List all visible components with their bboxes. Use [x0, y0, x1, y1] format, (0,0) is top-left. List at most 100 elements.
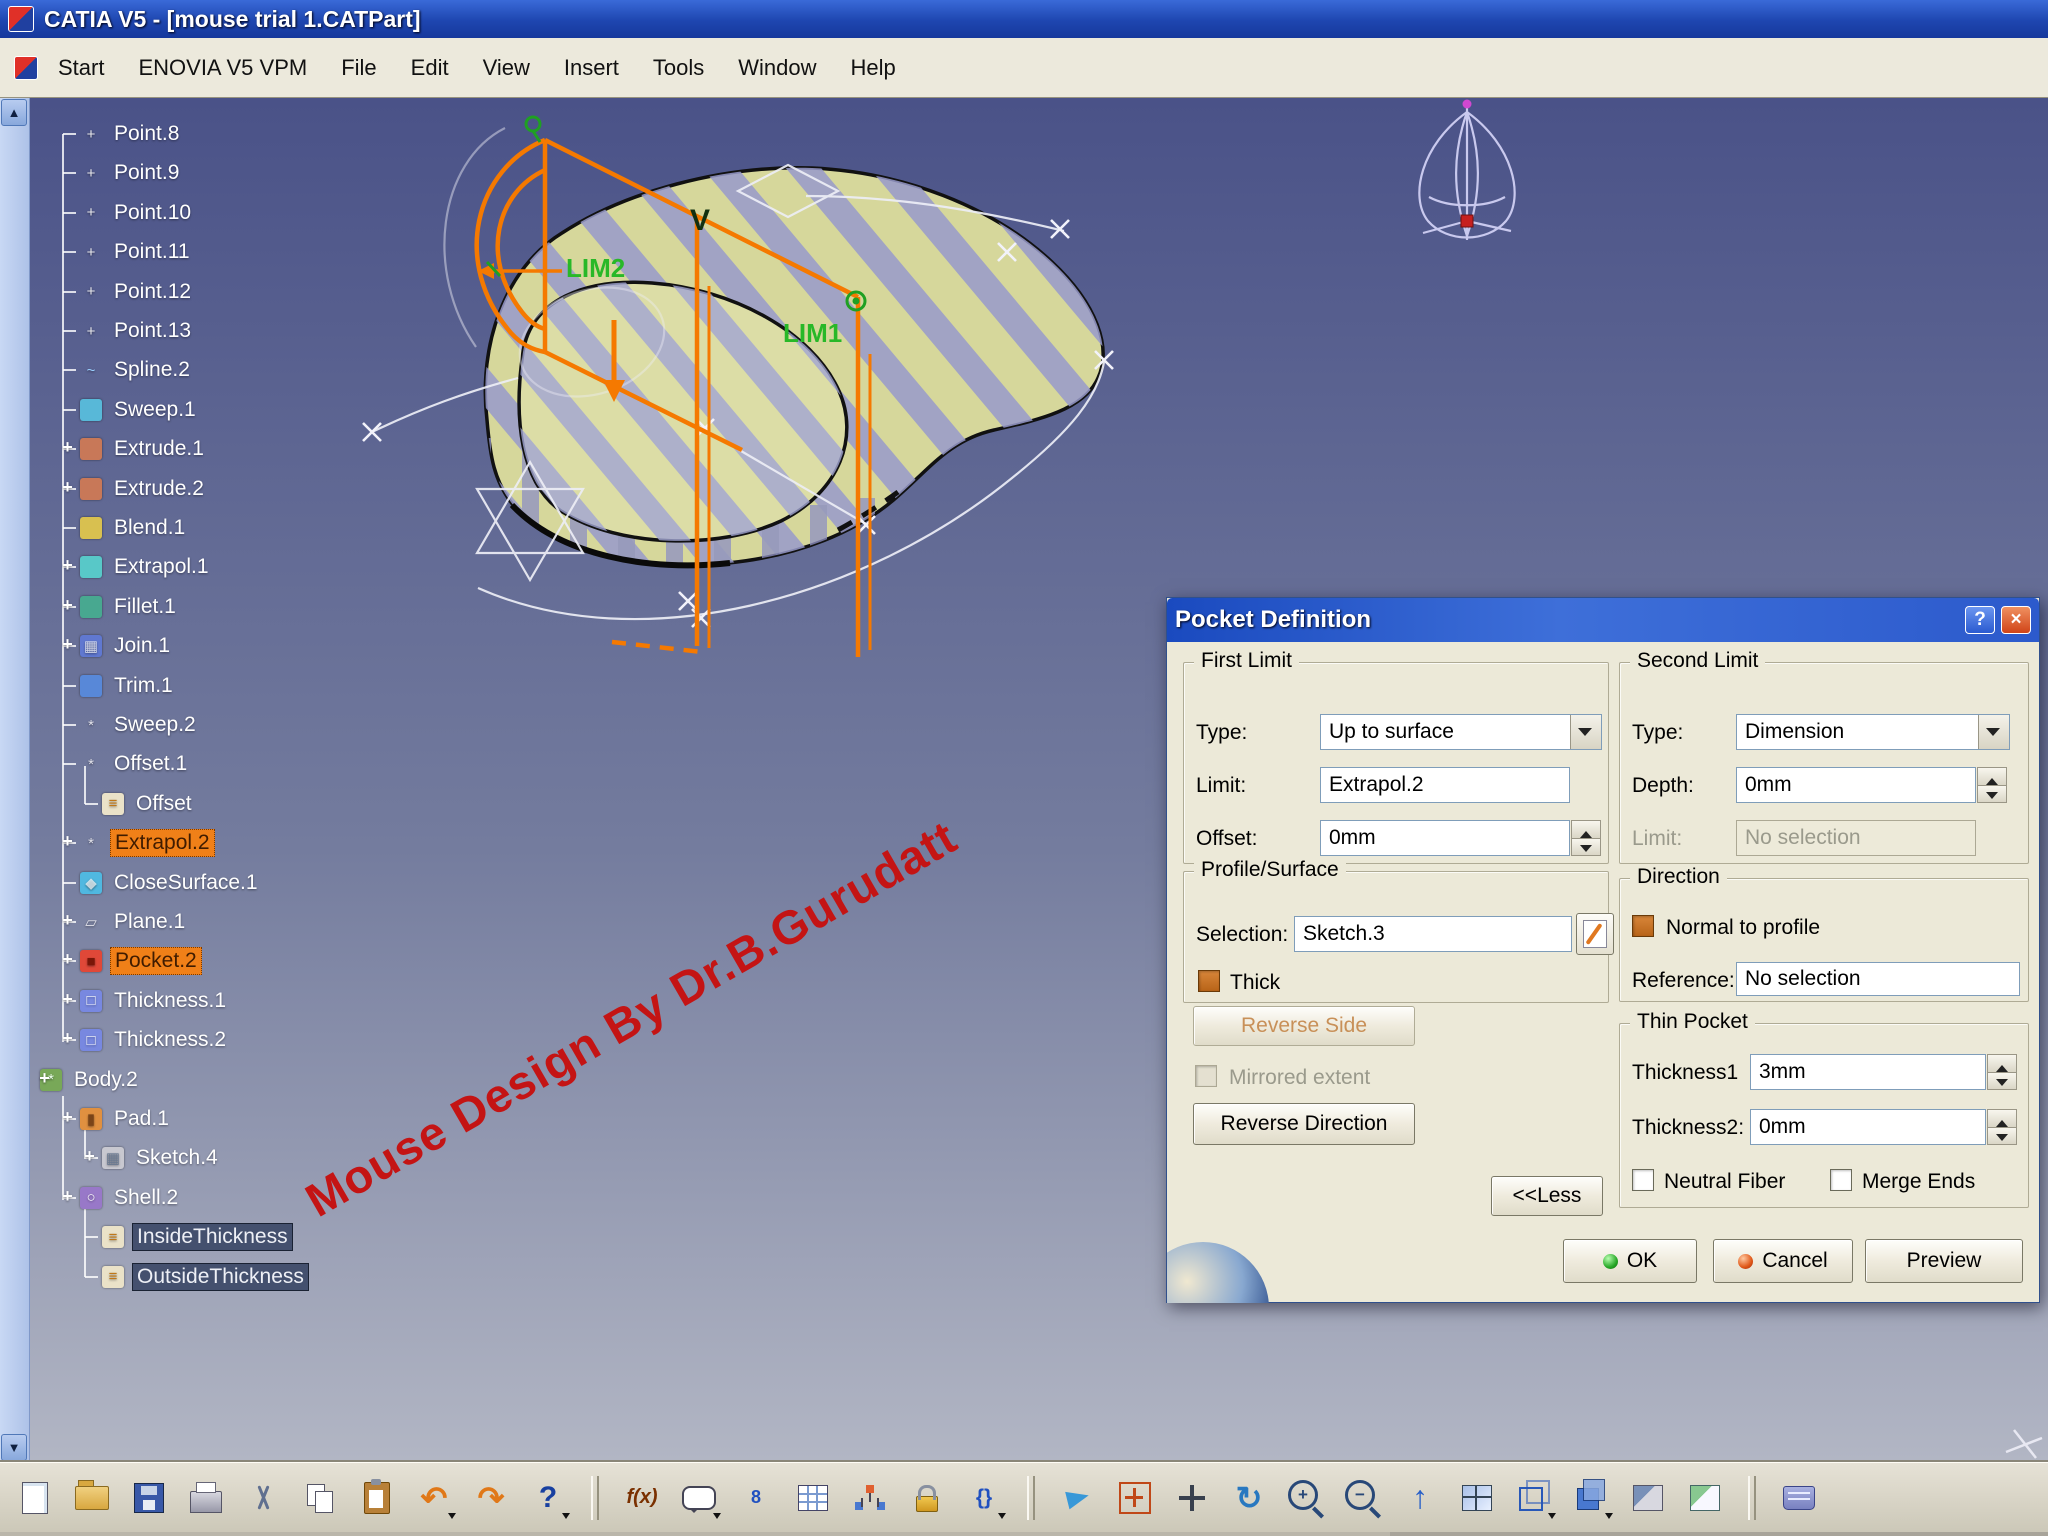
tree-item-sweep-1[interactable]: Sweep.1	[63, 394, 200, 426]
cut-icon[interactable]	[240, 1472, 286, 1524]
formula-icon[interactable]: f(x)	[619, 1472, 665, 1524]
expand-icon[interactable]: +	[60, 832, 75, 850]
tree-item-insidethickness[interactable]: ≡ InsideThickness	[85, 1221, 293, 1253]
menu-item-insert[interactable]: Insert	[564, 55, 619, 81]
dialog-close-button[interactable]: ×	[2001, 606, 2031, 634]
thickness2-spinner[interactable]	[1987, 1109, 2017, 1145]
tree-item-point-12[interactable]: + Point.12	[63, 276, 195, 308]
menu-item-start[interactable]: Start	[58, 55, 104, 81]
tree-item-offset-1[interactable]: * Offset.1	[63, 748, 191, 780]
tree-item-sketch-4[interactable]: + ▦ Sketch.4	[82, 1142, 222, 1174]
zoom-in-icon[interactable]: +	[1283, 1472, 1329, 1524]
structure-icon[interactable]	[847, 1472, 893, 1524]
annotation-icon[interactable]	[676, 1472, 722, 1524]
expand-icon[interactable]: +	[60, 1108, 75, 1126]
expand-icon[interactable]: +	[60, 438, 75, 456]
iso-view-icon[interactable]	[1511, 1472, 1557, 1524]
first-limit-offset-spinner[interactable]	[1571, 820, 1601, 856]
tree-item-extrapol-2[interactable]: + * Extrapol.2	[60, 827, 215, 859]
flyout-arrow-icon[interactable]	[1605, 1512, 1613, 1523]
tree-item-pocket-2[interactable]: + ■ Pocket.2	[60, 945, 202, 977]
spinner-down-icon[interactable]	[1978, 785, 2006, 802]
menu-item-edit[interactable]: Edit	[411, 55, 449, 81]
catalog-icon[interactable]: 8	[733, 1472, 779, 1524]
tree-item-point-8[interactable]: + Point.8	[63, 118, 183, 150]
design-table-icon[interactable]	[790, 1472, 836, 1524]
profile-selection-input[interactable]: Sketch.3	[1294, 916, 1572, 952]
first-limit-offset-input[interactable]: 0mm	[1320, 820, 1570, 856]
render-style-icon[interactable]	[1682, 1472, 1728, 1524]
catalog-browser-icon[interactable]	[1776, 1472, 1822, 1524]
hidden-line-view-icon[interactable]	[1625, 1472, 1671, 1524]
second-limit-depth-input[interactable]: 0mm	[1736, 767, 1976, 803]
sketcher-button[interactable]	[1576, 913, 1614, 955]
cancel-button[interactable]: Cancel	[1713, 1239, 1853, 1283]
zoom-out-icon[interactable]: −	[1340, 1472, 1386, 1524]
tree-item-outsidethickness[interactable]: ≡ OutsideThickness	[85, 1261, 309, 1293]
flyout-arrow-icon[interactable]	[562, 1512, 570, 1523]
new-document-icon[interactable]	[12, 1472, 58, 1524]
tree-item-point-11[interactable]: + Point.11	[63, 236, 194, 268]
spinner-down-icon[interactable]	[1572, 838, 1600, 855]
flyout-arrow-icon[interactable]	[448, 1512, 456, 1523]
print-icon[interactable]	[183, 1472, 229, 1524]
spinner-up-icon[interactable]	[1988, 1055, 2016, 1073]
expand-icon[interactable]: +	[60, 556, 75, 574]
compass-base-point[interactable]	[1460, 214, 1474, 228]
expand-icon[interactable]: +	[60, 950, 75, 968]
scroll-up-button[interactable]: ▲	[1, 99, 27, 126]
thickness2-input[interactable]: 0mm	[1750, 1109, 1986, 1145]
expand-icon[interactable]: +	[60, 911, 75, 929]
paste-icon[interactable]	[354, 1472, 400, 1524]
tree-item-offset[interactable]: ≡ Offset	[85, 788, 196, 820]
expand-icon[interactable]: +	[82, 1147, 97, 1165]
tree-scrollbar[interactable]: ▲ ▼	[0, 98, 30, 1462]
normal-to-profile-checkbox[interactable]	[1632, 915, 1654, 937]
second-limit-depth-spinner[interactable]	[1977, 767, 2007, 803]
tree-item-spline-2[interactable]: ~ Spline.2	[63, 354, 194, 386]
thickness1-input[interactable]: 3mm	[1750, 1054, 1986, 1090]
tree-item-fillet-1[interactable]: + Fillet.1	[62, 591, 180, 623]
pan-frame-icon[interactable]	[1112, 1472, 1158, 1524]
dropdown-arrow-icon[interactable]	[1570, 715, 1601, 749]
tree-item-sweep-2[interactable]: * Sweep.2	[63, 709, 200, 741]
merge-ends-checkbox[interactable]	[1830, 1169, 1852, 1191]
tree-item-join-1[interactable]: + ▦ Join.1	[62, 630, 174, 662]
tree-item-plane-1[interactable]: + ▱ Plane.1	[60, 906, 189, 938]
dialog-help-button[interactable]: ?	[1965, 606, 1995, 634]
tree-item-extrude-2[interactable]: + Extrude.2	[60, 473, 208, 505]
expand-icon[interactable]: +	[60, 478, 75, 496]
rotate-icon[interactable]: ↻	[1226, 1472, 1272, 1524]
first-limit-type-select[interactable]: Up to surface	[1320, 714, 1602, 750]
flyout-arrow-icon[interactable]	[998, 1512, 1006, 1523]
redo-icon[interactable]: ↷	[468, 1472, 514, 1524]
thick-checkbox[interactable]	[1198, 970, 1220, 992]
dialog-titlebar[interactable]: Pocket Definition ? ×	[1167, 598, 2039, 642]
tree-item-body-2[interactable]: + * Body.2	[39, 1064, 142, 1096]
tree-item-thickness-2[interactable]: + □ Thickness.2	[62, 1024, 230, 1056]
scroll-down-button[interactable]: ▼	[1, 1434, 27, 1461]
menu-item-tools[interactable]: Tools	[653, 55, 704, 81]
tree-item-blend-1[interactable]: Blend.1	[63, 512, 189, 544]
window-titlebar[interactable]: CATIA V5 - [mouse trial 1.CATPart]	[0, 0, 2048, 38]
tree-item-point-9[interactable]: + Point.9	[63, 157, 183, 189]
tree-item-trim-1[interactable]: Trim.1	[63, 670, 177, 702]
shaded-view-icon[interactable]	[1568, 1472, 1614, 1524]
check-icon[interactable]: {}	[961, 1472, 1007, 1524]
expand-icon[interactable]: +	[60, 990, 75, 1008]
lock-icon[interactable]	[904, 1472, 950, 1524]
dropdown-arrow-icon[interactable]	[1978, 715, 2009, 749]
ok-button[interactable]: OK	[1563, 1239, 1697, 1283]
spinner-up-icon[interactable]	[1988, 1110, 2016, 1128]
direction-reference-input[interactable]: No selection	[1736, 962, 2020, 996]
tree-item-point-13[interactable]: + Point.13	[63, 315, 195, 347]
spinner-up-icon[interactable]	[1572, 821, 1600, 839]
pan-icon[interactable]	[1169, 1472, 1215, 1524]
menu-item-help[interactable]: Help	[851, 55, 896, 81]
menu-item-view[interactable]: View	[483, 55, 530, 81]
spinner-up-icon[interactable]	[1978, 768, 2006, 786]
tree-item-thickness-1[interactable]: + □ Thickness.1	[60, 985, 230, 1017]
fly-icon[interactable]	[1055, 1472, 1101, 1524]
preview-button[interactable]: Preview	[1865, 1239, 2023, 1283]
split-view-icon[interactable]	[1454, 1472, 1500, 1524]
